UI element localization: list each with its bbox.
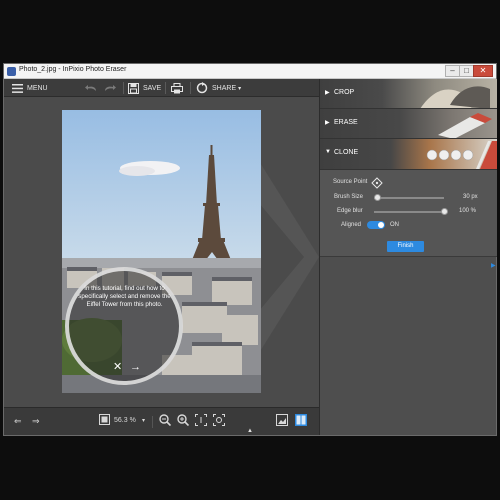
toggle-knob xyxy=(378,222,384,228)
zoom-out-button[interactable] xyxy=(159,414,172,428)
tutorial-text: In this tutorial, find out how to specif… xyxy=(78,285,171,308)
erase-expand-arrow-icon: ▶ xyxy=(325,120,330,126)
clone-collapse-arrow-icon: ▼ xyxy=(325,149,331,155)
maximize-button[interactable]: □ xyxy=(459,65,474,77)
zoom-out-icon xyxy=(159,414,172,427)
hamburger-icon xyxy=(12,83,23,93)
aligned-label: Aligned xyxy=(341,222,362,228)
actual-size-button[interactable] xyxy=(195,414,207,428)
zoom-level-value: 56.3 % xyxy=(114,417,136,424)
zoom-fit-icon xyxy=(213,414,225,426)
zoom-in-icon xyxy=(177,414,190,427)
share-icon xyxy=(196,82,208,94)
tools-panel: ▶ CROP ▶ ERASE ▼ CLONE Source Point Brus… xyxy=(319,79,497,435)
save-label: SAVE xyxy=(143,84,162,92)
brush-size-value: 30 px xyxy=(463,194,478,200)
one-to-one-icon xyxy=(195,414,207,426)
edge-blur-slider-handle[interactable] xyxy=(440,208,448,215)
app-logo-icon xyxy=(7,67,16,76)
clone-section-label: CLONE xyxy=(334,149,359,156)
crosshair-icon xyxy=(371,177,383,189)
menu-label: MENU xyxy=(27,84,48,92)
app-window: Photo_2.jpg - InPixio Photo Eraser – □ ✕… xyxy=(3,63,497,436)
photo-canvas[interactable]: In this tutorial, find out how to specif… xyxy=(62,110,261,393)
main-toolbar: MENU SAVE SHARE ▾ xyxy=(4,79,319,97)
image-frame-icon xyxy=(99,414,110,425)
brush-size-track[interactable] xyxy=(374,197,444,199)
brush-size-slider-handle[interactable] xyxy=(374,194,381,201)
menu-button[interactable]: MENU xyxy=(12,79,48,97)
single-view-icon xyxy=(276,414,288,426)
aligned-toggle[interactable] xyxy=(367,221,385,229)
erase-section-label: ERASE xyxy=(334,119,358,126)
forward-arrow-icon[interactable]: ⇒ xyxy=(32,416,40,426)
finish-button[interactable]: Finish xyxy=(387,241,424,252)
printer-icon xyxy=(171,82,183,93)
source-point-label: Source Point xyxy=(333,179,368,185)
section-crop[interactable]: ▶ CROP xyxy=(320,79,497,109)
window-title: Photo_2.jpg - InPixio Photo Eraser xyxy=(19,66,127,73)
toolbar-divider xyxy=(190,82,191,94)
toolbar-divider xyxy=(123,82,124,94)
aligned-state: ON xyxy=(390,222,399,228)
bottom-divider xyxy=(152,416,153,428)
title-bar: Photo_2.jpg - InPixio Photo Eraser – □ ✕ xyxy=(4,64,496,79)
canvas-area[interactable]: In this tutorial, find out how to specif… xyxy=(4,97,319,407)
split-view-icon xyxy=(295,414,307,426)
panel-collapse-arrow-icon[interactable]: ▶ xyxy=(491,262,496,269)
source-point-button[interactable] xyxy=(371,176,383,194)
save-button[interactable]: SAVE xyxy=(128,79,161,97)
print-button[interactable] xyxy=(171,79,183,97)
save-icon xyxy=(128,82,139,94)
section-clone[interactable]: ▼ CLONE xyxy=(320,139,497,170)
zoom-preset-button[interactable] xyxy=(99,414,110,427)
crop-section-label: CROP xyxy=(334,89,355,96)
edge-blur-track[interactable] xyxy=(374,211,444,213)
redo-button[interactable] xyxy=(104,79,116,97)
toolbar-divider xyxy=(165,82,166,94)
bottom-toolbar: ⇐ ⇒ 56.3 % ▾ xyxy=(4,407,319,435)
tutorial-next-button[interactable]: → xyxy=(130,362,141,373)
redo-icon xyxy=(105,85,116,91)
screen-background: Photo_2.jpg - InPixio Photo Eraser – □ ✕… xyxy=(0,0,500,500)
tutorial-close-button[interactable]: ✕ xyxy=(113,362,122,373)
brush-size-label: Brush Size xyxy=(334,194,364,200)
zoom-dropdown-chevron-icon[interactable]: ▾ xyxy=(142,416,145,426)
share-button[interactable]: SHARE ▾ xyxy=(196,79,241,97)
back-arrow-icon[interactable]: ⇐ xyxy=(14,416,22,426)
minimize-button[interactable]: – xyxy=(445,65,460,77)
tutorial-overlay: In this tutorial, find out how to specif… xyxy=(65,267,183,385)
edge-blur-value: 100 % xyxy=(459,208,477,214)
share-label: SHARE xyxy=(212,84,237,92)
clone-settings: Source Point Brush Size 30 px Edge blur … xyxy=(320,170,497,257)
edge-blur-label: Edge blur xyxy=(337,208,363,214)
section-erase[interactable]: ▶ ERASE xyxy=(320,109,497,139)
crop-expand-arrow-icon: ▶ xyxy=(325,90,330,96)
view-original-button[interactable] xyxy=(276,414,288,428)
zoom-in-button[interactable] xyxy=(177,414,190,428)
undo-icon xyxy=(85,85,96,91)
close-button[interactable]: ✕ xyxy=(473,65,493,77)
fit-to-screen-button[interactable] xyxy=(213,414,225,428)
split-view-button[interactable] xyxy=(295,414,307,428)
undo-button[interactable] xyxy=(85,79,97,97)
bottom-expand-arrow-icon[interactable]: ▲ xyxy=(247,428,253,434)
chevron-down-icon: ▾ xyxy=(238,85,242,92)
